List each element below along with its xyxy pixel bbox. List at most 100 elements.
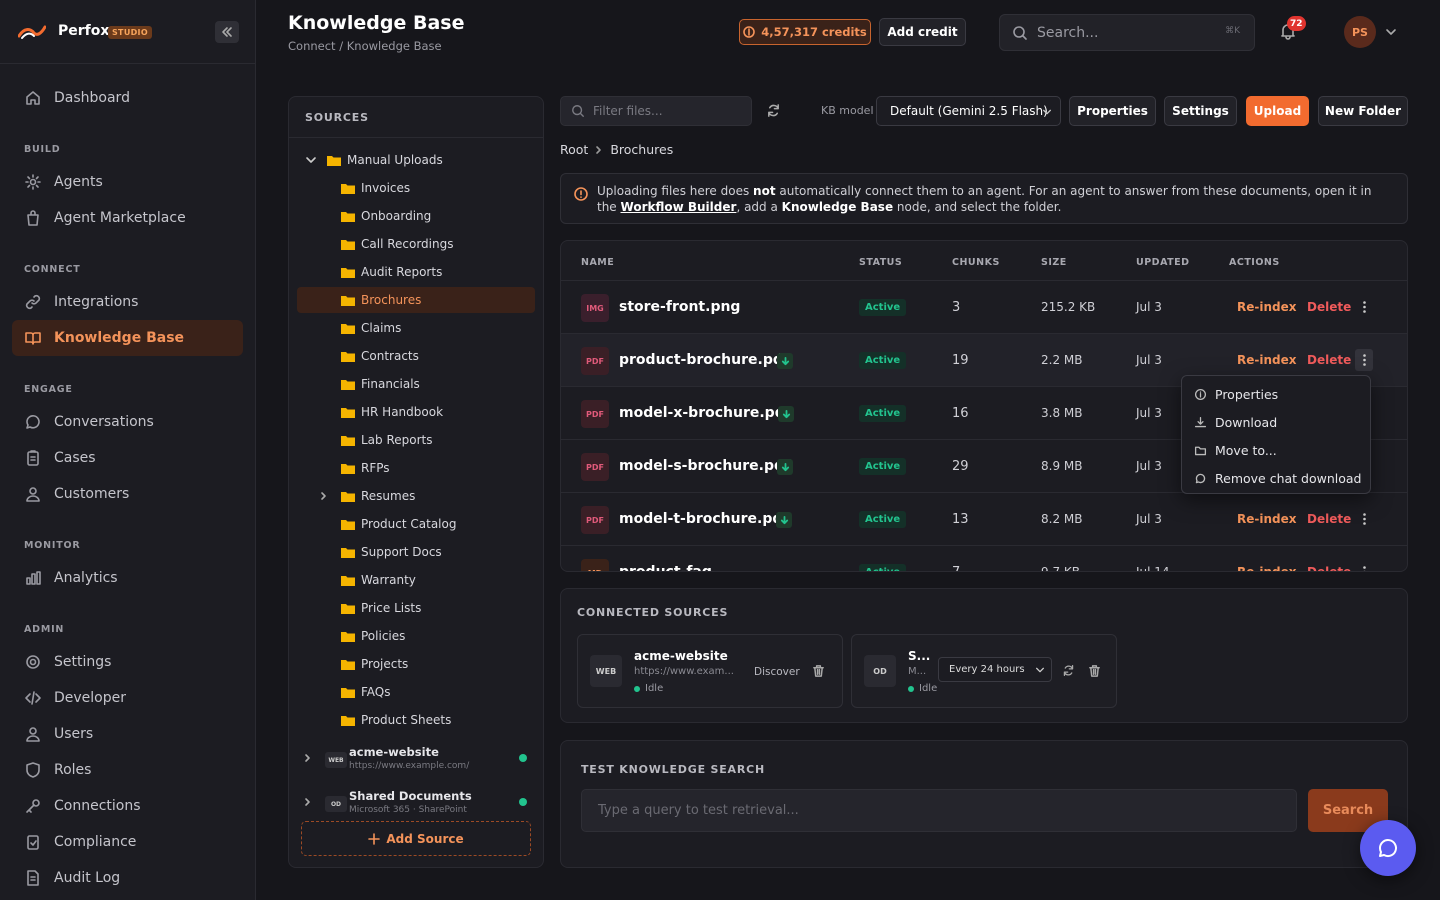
collapse-sidebar-button[interactable]	[215, 21, 239, 43]
menu-remove-chat-download[interactable]: Remove chat download	[1182, 465, 1372, 491]
table-row[interactable]: PDF model-t-brochure.pdf Active 13 8.2 MB Jul…	[561, 492, 1407, 545]
delete-button[interactable]: Delete	[1307, 300, 1351, 314]
folder-item[interactable]: Call Recordings	[297, 231, 535, 257]
nav-developer[interactable]: Developer	[12, 680, 243, 716]
folder-item[interactable]: Price Lists	[297, 595, 535, 621]
menu-properties[interactable]: Properties	[1182, 381, 1372, 407]
refresh-icon[interactable]	[1062, 664, 1075, 677]
chat-launcher-button[interactable]	[1360, 820, 1416, 876]
file-name[interactable]: product-faq	[619, 564, 712, 571]
folder-item[interactable]: Brochures	[297, 287, 535, 313]
breadcrumb-root[interactable]: Root	[560, 142, 588, 157]
avatar[interactable]: PS	[1344, 16, 1376, 48]
kb-model-select[interactable]: Default (Gemini 2.5 Flash)	[876, 96, 1061, 126]
more-actions-icon[interactable]	[1355, 561, 1373, 571]
folder-item[interactable]: Policies	[297, 623, 535, 649]
folder-icon	[341, 659, 355, 670]
folder-item[interactable]: Onboarding	[297, 203, 535, 229]
settings-button[interactable]: Settings	[1164, 96, 1237, 126]
nav-customers[interactable]: Customers	[12, 476, 243, 512]
folder-item[interactable]: Audit Reports	[297, 259, 535, 285]
chunks-cell: 19	[952, 353, 969, 368]
filter-files-input[interactable]: Filter files...	[560, 96, 752, 126]
menu-move[interactable]: Move to...	[1182, 437, 1372, 463]
credits-badge[interactable]: 4,57,317 credits	[739, 19, 871, 45]
folder-item[interactable]: HR Handbook	[297, 399, 535, 425]
folder-item[interactable]: Invoices	[297, 175, 535, 201]
file-name[interactable]: product-brochure.pdf	[619, 352, 789, 368]
workflow-builder-link[interactable]: Workflow Builder	[621, 200, 737, 214]
source-card[interactable]: OD S... M... Idle Every 24 hours	[851, 634, 1117, 708]
folder-item[interactable]: RFPs	[297, 455, 535, 481]
global-search-input[interactable]: Search... ⌘K	[999, 14, 1255, 51]
add-source-button[interactable]: Add Source	[301, 821, 531, 856]
nav-roles[interactable]: Roles	[12, 752, 243, 788]
reindex-button[interactable]: Re-index	[1237, 565, 1296, 571]
folder-item[interactable]: FAQs	[297, 679, 535, 705]
download-icon[interactable]	[778, 406, 794, 422]
properties-button[interactable]: Properties	[1069, 96, 1156, 126]
nav-agents[interactable]: Agents	[12, 164, 243, 200]
source-item[interactable]: OD Shared Documents Microsoft 365 · ShareP…	[297, 784, 535, 820]
reindex-button[interactable]: Re-index	[1237, 353, 1296, 367]
table-row[interactable]: MD product-faq Active 7 9.7 KB Jul 14 Re-index…	[561, 545, 1407, 571]
more-actions-icon[interactable]	[1355, 508, 1373, 530]
folder-root[interactable]: Manual Uploads	[297, 147, 535, 173]
more-actions-icon[interactable]	[1355, 349, 1373, 371]
nav-agent-marketplace[interactable]: Agent Marketplace	[12, 200, 243, 236]
more-actions-icon[interactable]	[1355, 296, 1373, 318]
sync-schedule-select[interactable]: Every 24 hours	[938, 657, 1052, 682]
folder-item[interactable]: Financials	[297, 371, 535, 397]
folder-item[interactable]: Projects	[297, 651, 535, 677]
size-cell: 3.8 MB	[1041, 406, 1083, 420]
nav-dashboard[interactable]: Dashboard	[12, 80, 243, 116]
nav-conversations[interactable]: Conversations	[12, 404, 243, 440]
reindex-button[interactable]: Re-index	[1237, 300, 1296, 314]
nav-knowledge-base[interactable]: Knowledge Base	[12, 320, 243, 356]
source-item[interactable]: WEB acme-website https://www.example.com/	[297, 740, 535, 776]
nav-connections[interactable]: Connections	[12, 788, 243, 824]
source-type-badge: OD	[325, 796, 347, 812]
size-cell: 2.2 MB	[1041, 353, 1083, 367]
table-row[interactable]: IMG store-front.png Active 3 215.2 KB Jul 3 Re…	[561, 280, 1407, 333]
nav-analytics[interactable]: Analytics	[12, 560, 243, 596]
folder-item[interactable]: Claims	[297, 315, 535, 341]
download-icon[interactable]	[776, 512, 792, 528]
delete-button[interactable]: Delete	[1307, 353, 1351, 367]
menu-download[interactable]: Download	[1182, 409, 1372, 435]
nav-conversations-label: Conversations	[54, 414, 154, 430]
file-name[interactable]: model-t-brochure.pdf	[619, 511, 788, 527]
nav-audit-log[interactable]: Audit Log	[12, 860, 243, 896]
nav-cases[interactable]: Cases	[12, 440, 243, 476]
upload-button[interactable]: Upload	[1246, 96, 1309, 126]
delete-button[interactable]: Delete	[1307, 512, 1351, 526]
clipboard-icon	[27, 450, 39, 466]
folder-item[interactable]: Product Catalog	[297, 511, 535, 537]
folder-item[interactable]: Warranty	[297, 567, 535, 593]
folder-item[interactable]: Support Docs	[297, 539, 535, 565]
nav-users[interactable]: Users	[12, 716, 243, 752]
delete-button[interactable]: Delete	[1307, 565, 1351, 571]
trash-icon[interactable]	[1088, 664, 1101, 677]
new-folder-button[interactable]: New Folder	[1318, 96, 1408, 126]
nav-compliance[interactable]: Compliance	[12, 824, 243, 860]
nav-settings[interactable]: Settings	[12, 644, 243, 680]
refresh-icon[interactable]	[766, 103, 781, 118]
source-card[interactable]: WEB acme-website https://www.exam... Idl…	[577, 634, 843, 708]
chevron-down-icon[interactable]	[1385, 26, 1397, 38]
folder-item[interactable]: Lab Reports	[297, 427, 535, 453]
download-icon[interactable]	[777, 459, 793, 475]
trash-icon[interactable]	[812, 664, 825, 677]
folder-item[interactable]: Product Sheets	[297, 707, 535, 733]
reindex-button[interactable]: Re-index	[1237, 512, 1296, 526]
folder-item[interactable]: Resumes	[297, 483, 535, 509]
nav-integrations[interactable]: Integrations	[12, 284, 243, 320]
download-icon[interactable]	[777, 353, 793, 369]
test-query-input[interactable]: Type a query to test retrieval...	[581, 789, 1297, 832]
discover-button[interactable]: Discover	[754, 666, 800, 678]
folder-item[interactable]: Contracts	[297, 343, 535, 369]
add-credit-button[interactable]: Add credit	[879, 18, 966, 46]
file-name[interactable]: model-x-brochure.pdf	[619, 405, 791, 421]
file-name[interactable]: store-front.png	[619, 299, 740, 315]
file-name[interactable]: model-s-brochure.pdf	[619, 458, 790, 474]
